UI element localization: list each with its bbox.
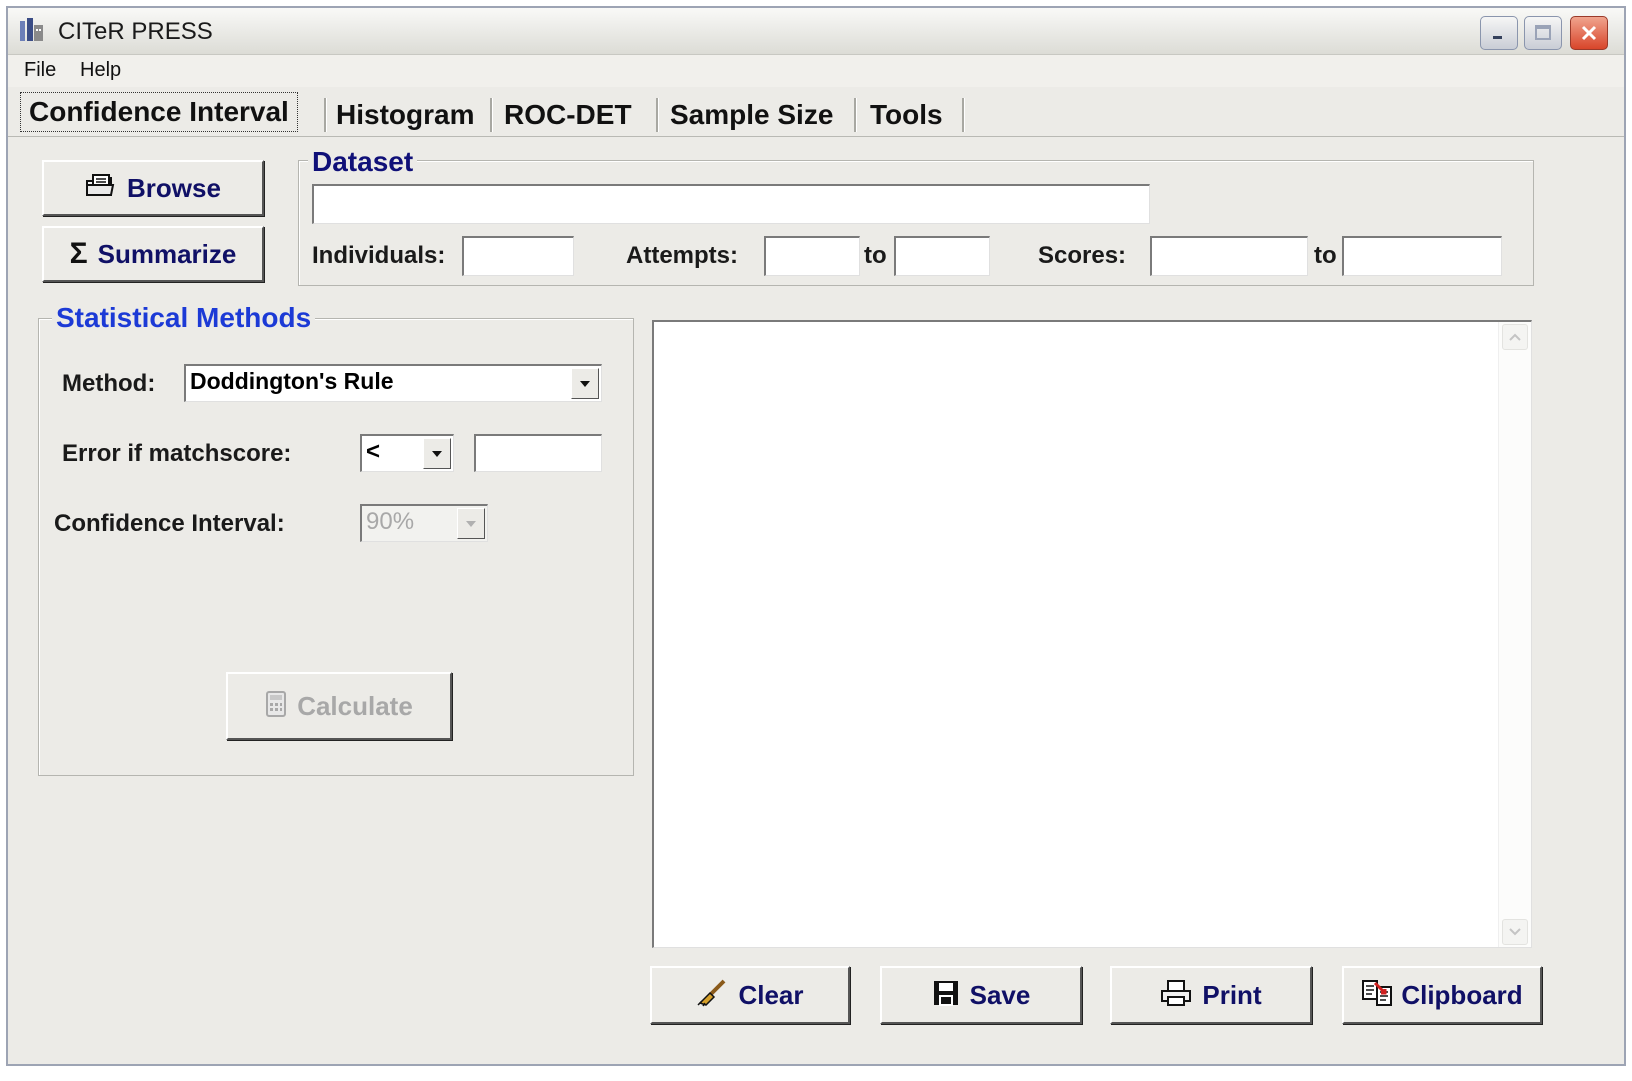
summarize-label: Summarize [97,238,237,269]
attempts-from-input[interactable] [764,236,860,276]
app-window: CITeR PRESS File Help Confidence Interva… [6,6,1626,1066]
maximize-icon [1525,17,1561,49]
tab-sample-size[interactable]: Sample Size [670,96,833,134]
tab-separator [962,98,965,132]
confidence-interval-value: 90% [366,508,415,535]
summarize-button[interactable]: Σ Summarize [42,226,264,282]
chevron-down-icon[interactable] [571,368,599,399]
minimize-icon [1481,17,1517,49]
results-scrollbar[interactable] [1498,322,1531,947]
threshold-input[interactable] [474,434,602,472]
chevron-down-icon[interactable] [457,508,485,539]
floppy-disk-icon [932,979,960,1011]
scroll-up-button[interactable] [1502,324,1528,350]
sigma-icon: Σ [69,237,88,270]
dataset-legend: Dataset [308,146,418,178]
statistical-methods-legend: Statistical Methods [52,302,316,334]
minimize-button[interactable] [1480,16,1518,50]
window-title: CITeR PRESS [58,18,213,45]
method-label: Method: [62,370,156,397]
tab-separator [324,98,327,132]
tab-separator [656,98,659,132]
error-if-matchscore-label: Error if matchscore: [62,440,292,467]
individuals-input[interactable] [462,236,574,276]
attempts-label: Attempts: [626,242,738,269]
tab-separator [854,98,857,132]
browse-button[interactable]: Browse [42,160,264,216]
chevron-up-icon [1509,328,1521,346]
clipboard-copy-icon [1361,979,1395,1011]
calculate-label: Calculate [297,690,413,721]
scores-to-label: to [1314,242,1337,269]
tab-confidence-interval[interactable]: Confidence Interval [20,92,298,132]
close-button[interactable] [1570,16,1608,50]
app-logo-icon [18,17,46,43]
tab-histogram[interactable]: Histogram [336,96,474,134]
results-output-area[interactable] [652,320,1532,948]
confidence-interval-label: Confidence Interval: [54,510,285,537]
clipboard-label: Clipboard [1401,979,1523,1010]
clear-label: Clear [738,979,804,1010]
menu-file[interactable]: File [24,59,56,82]
browse-label: Browse [127,172,221,203]
menu-help[interactable]: Help [80,59,121,82]
tab-roc-det[interactable]: ROC-DET [504,96,632,134]
operator-selected-value: < [366,438,381,465]
broom-icon [696,979,728,1011]
chevron-down-icon[interactable] [423,438,451,469]
operator-select[interactable]: < [360,434,454,472]
attempts-to-input[interactable] [894,236,990,276]
scores-label: Scores: [1038,242,1127,269]
confidence-interval-select[interactable]: 90% [360,504,488,542]
clipboard-button[interactable]: Clipboard [1342,966,1542,1024]
scroll-down-button[interactable] [1502,919,1528,945]
attempts-to-label: to [864,242,887,269]
scores-to-input[interactable] [1342,236,1502,276]
close-icon [1571,17,1607,49]
clear-button[interactable]: Clear [650,966,850,1024]
dataset-path-input[interactable] [312,184,1150,224]
method-select[interactable]: Doddington's Rule [184,364,602,402]
maximize-button[interactable] [1524,16,1562,50]
menu-bar: File Help [8,55,1624,87]
calculate-button[interactable]: Calculate [226,672,452,740]
title-bar[interactable]: CITeR PRESS [8,8,1624,55]
method-selected-value: Doddington's Rule [190,368,394,394]
folder-document-icon [85,173,117,203]
printer-icon [1160,979,1192,1011]
tab-bar: Confidence Interval Histogram ROC-DET Sa… [8,88,1624,137]
save-label: Save [969,979,1031,1010]
scores-from-input[interactable] [1150,236,1308,276]
tab-tools[interactable]: Tools [870,96,943,134]
print-button[interactable]: Print [1110,966,1312,1024]
print-label: Print [1202,979,1262,1010]
individuals-label: Individuals: [312,242,446,269]
calculator-icon [265,690,287,722]
save-button[interactable]: Save [880,966,1082,1024]
chevron-down-icon [1509,923,1521,941]
tab-separator [490,98,493,132]
